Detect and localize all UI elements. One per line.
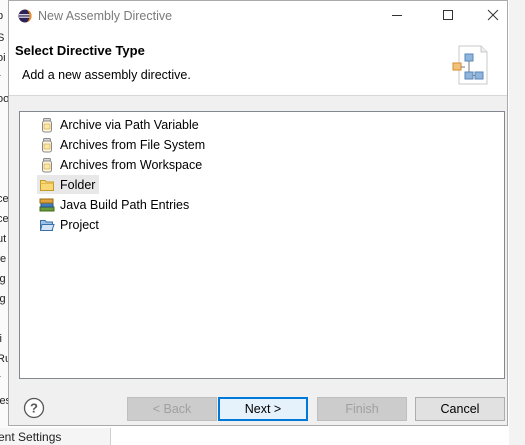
finish-button[interactable]: Finish — [317, 397, 407, 421]
background-app-bottom: ent Settings — [0, 428, 111, 445]
directive-type-tree[interactable]: Archive via Path Variable Archives from … — [19, 111, 505, 379]
bg-fragment: p — [0, 10, 4, 22]
tree-item-label: Archive via Path Variable — [60, 117, 199, 132]
bg-fragment: r — [0, 373, 1, 385]
window-title: New Assembly Directive — [38, 9, 173, 23]
tree-item-project[interactable]: Project — [39, 215, 99, 234]
button-bar: ? < Back Next > Finish Cancel — [9, 390, 507, 426]
wizard-banner-icon — [447, 42, 491, 91]
back-button[interactable]: < Back — [127, 397, 217, 421]
new-assembly-directive-dialog: New Assembly Directive Select Directive … — [8, 0, 508, 426]
tree-item-archives-from-workspace[interactable]: Archives from Workspace — [39, 155, 202, 174]
next-button[interactable]: Next > — [218, 397, 308, 421]
tree-item-label: Folder — [60, 177, 96, 192]
help-icon[interactable]: ? — [23, 397, 45, 422]
close-button[interactable] — [471, 1, 515, 32]
bg-fragment: S — [0, 32, 5, 44]
page-description: Add a new assembly directive. — [22, 68, 191, 82]
bg-fragment: fe — [0, 253, 7, 265]
jar-icon — [39, 157, 55, 173]
minimize-icon — [391, 9, 403, 24]
tree-item-label: Java Build Path Entries — [60, 197, 190, 212]
minimize-button[interactable] — [375, 1, 419, 32]
bg-fragment: ig — [0, 293, 6, 305]
maximize-icon — [442, 9, 454, 24]
tree-item-label: Project — [60, 217, 99, 232]
cancel-button[interactable]: Cancel — [415, 397, 505, 421]
eclipse-icon — [18, 9, 32, 26]
library-icon — [39, 197, 55, 213]
tree-item-label: Archives from Workspace — [60, 157, 203, 172]
tree-item-label: Archives from File System — [60, 137, 206, 152]
bg-fragment: ies — [0, 395, 8, 407]
bg-fragment: ig — [0, 273, 6, 285]
bg-fragment: oo — [0, 93, 8, 105]
svg-text:?: ? — [30, 401, 38, 416]
page-title: Select Directive Type — [15, 43, 145, 58]
maximize-button[interactable] — [426, 1, 470, 32]
tree-item-archives-from-file-system[interactable]: Archives from File System — [39, 135, 205, 154]
bg-fragment: li — [0, 333, 2, 345]
jar-icon — [39, 137, 55, 153]
project-icon — [39, 217, 55, 233]
bg-fragment: r — [0, 72, 1, 84]
bg-fragment: ce — [0, 193, 8, 205]
bg-bottom-text: ent Settings — [0, 430, 62, 444]
bg-fragment: oi — [0, 52, 6, 64]
background-app-edge: p S oi r oo ce ce ut fe ig ig li Ru r ie… — [0, 0, 8, 445]
title-bar[interactable]: New Assembly Directive — [9, 1, 507, 32]
bg-fragment: ce — [0, 213, 8, 225]
bg-fragment: Ru — [0, 353, 8, 365]
jar-icon — [39, 117, 55, 133]
background-app-right-edge — [509, 0, 525, 445]
tree-item-java-build-path-entries[interactable]: Java Build Path Entries — [39, 195, 189, 214]
close-icon — [487, 9, 499, 24]
tree-item-folder[interactable]: Folder — [37, 175, 100, 194]
wizard-header: Select Directive Type Add a new assembly… — [9, 32, 507, 96]
tree-item-archive-via-path-variable[interactable]: Archive via Path Variable — [39, 115, 199, 134]
folder-icon — [39, 177, 55, 193]
bg-fragment: ut — [0, 233, 7, 245]
